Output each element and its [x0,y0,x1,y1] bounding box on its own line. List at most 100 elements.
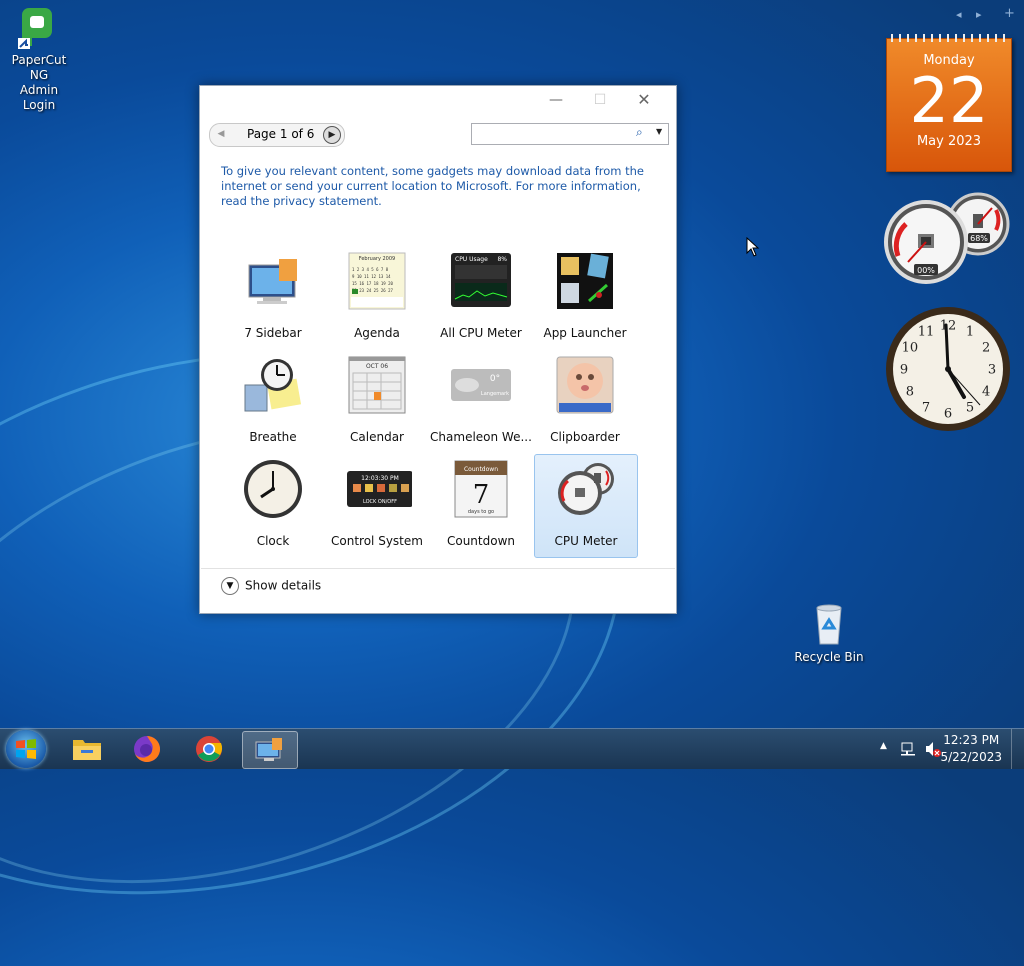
calendar-gadget[interactable]: Monday 22 May 2023 [886,34,1012,172]
chevron-down-icon: ▼ [221,577,239,595]
svg-text:0°: 0° [490,374,500,384]
clock-numeral: 10 [902,341,919,356]
svg-text:Countdown: Countdown [464,466,498,473]
calendar-icon: OCT 06 [348,356,406,414]
gadget-name: Chameleon We... [430,430,532,444]
papercut-label-line2: Admin Login [19,83,59,112]
search-box: ⌕ ▼ [471,123,669,145]
gadget-name: 7 Sidebar [244,326,302,340]
gadget-name: Clock [256,534,290,548]
gadget-tile-breathe[interactable]: Breathe [222,351,324,453]
gadget-tile-app-launcher[interactable]: App Launcher [534,247,636,349]
gadgets-icon [255,738,282,761]
gadget-name: All CPU Meter [440,326,522,340]
gadget-name: CPU Meter [554,534,618,548]
recycle-bin-label: Recycle Bin [794,650,864,664]
recycle-bin-shortcut[interactable]: Recycle Bin [792,602,866,665]
chevron-down-icon[interactable]: ▼ [656,127,662,136]
mouse-cursor-icon [746,237,760,257]
cpu-usage-icon: CPU Usage 8% [451,253,511,307]
details-separator [201,568,675,569]
cpu-meter-gadget[interactable]: 00% 68% [884,190,1014,286]
gadget-name: Calendar [350,430,404,444]
gadget-tile-cpu-meter[interactable]: CPU Meter [534,454,638,558]
clock-numeral: 5 [966,401,974,416]
search-icon[interactable]: ⌕ [636,125,643,140]
svg-text:8%: 8% [497,256,507,263]
clock-numeral: 9 [900,363,908,378]
papercut-icon [18,8,52,49]
calendar-rings [891,34,1007,42]
gadget-tile-control-system[interactable]: 12:03:30 PM LOCK ON/OFF Control System [326,455,428,557]
sidebar-add-icon[interactable]: + [1004,6,1015,21]
svg-text:15 16 17 18 19 20: 15 16 17 18 19 20 [352,281,394,286]
svg-text:Langemark: Langemark [481,391,509,397]
clock-numeral: 7 [922,401,930,416]
start-button[interactable] [6,730,46,768]
maximize-button[interactable]: ☐ [582,90,618,110]
taskbar-file-explorer[interactable] [60,731,114,767]
papercut-admin-login-shortcut[interactable]: PaperCut NG Admin Login [2,6,76,113]
gadget-tile-all-cpu-meter[interactable]: CPU Usage 8% All CPU Meter [430,247,532,349]
clock-numeral: 6 [944,407,952,422]
show-hidden-icons-icon[interactable]: ▲ [880,741,887,751]
taskbar-chrome[interactable] [182,731,236,767]
cpu-meter-icon [558,463,614,515]
gadget-tile-7-sidebar[interactable]: 7 Sidebar [222,247,324,349]
mem-percent-text: 68% [970,234,988,243]
gadget-tile-clock[interactable]: Clock [222,455,324,557]
clock-gadget[interactable]: 12 12 3 45678 9 10 11 [884,305,1012,433]
clock-numeral: 11 [918,324,935,339]
sidebar-prev-icon[interactable]: ◂ [956,8,962,21]
clock-numeral: 2 [982,341,990,356]
gadget-name: App Launcher [543,326,627,340]
gadget-name: Agenda [354,326,400,340]
close-button[interactable]: ✕ [626,90,662,110]
svg-text:9 10 11 12 13 14: 9 10 11 12 13 14 [352,274,391,279]
speaker-muted-icon[interactable] [924,741,942,757]
clipboarder-icon [556,356,614,414]
privacy-info-link[interactable]: To give you relevant content, some gadge… [221,164,651,209]
clock-icon [244,460,302,518]
calendar-day-number: 22 [909,64,989,137]
sidebar-controls: ◂ ▸ + [952,6,1022,24]
minimize-button[interactable]: — [538,90,574,110]
taskbar-date: 5/22/2023 [940,750,1002,764]
gadget-tile-chameleon-weather[interactable]: 0° Langemark Chameleon We... [430,351,532,453]
taskbar-firefox[interactable] [120,731,174,767]
gadget-gallery-window: — ☐ ✕ ◀ Page 1 of 6 ▶ ⌕ ▼ To give you re… [199,85,677,614]
taskbar-time: 12:23 PM [943,733,1000,747]
network-icon[interactable] [900,741,918,757]
svg-text:LOCK ON/OFF: LOCK ON/OFF [363,499,397,505]
gadget-tile-agenda[interactable]: February 2009 1 2 3 4 5 6 7 8 9 10 11 12 … [326,247,428,349]
show-details-button[interactable]: ▼ Show details [221,577,321,595]
taskbar-gadgets[interactable] [242,731,298,769]
previous-page-button[interactable]: ◀ [213,126,229,142]
clock-numeral: 12 [940,319,957,334]
control-system-icon: 12:03:30 PM LOCK ON/OFF [347,471,412,507]
clock-numeral: 1 [966,324,974,339]
gadget-tile-calendar[interactable]: OCT 06 Calendar [326,351,428,453]
svg-text:7: 7 [473,480,490,510]
papercut-label-line1: PaperCut NG [11,53,67,82]
chrome-icon [196,736,223,762]
gadget-name: Breathe [249,430,297,444]
gadget-name: Clipboarder [550,430,620,444]
agenda-icon: February 2009 1 2 3 4 5 6 7 8 9 10 11 12 … [348,252,406,310]
gadget-tile-clipboarder[interactable]: Clipboarder [534,351,636,453]
show-desktop-button[interactable] [1011,729,1024,769]
next-page-button[interactable]: ▶ [323,126,341,144]
firefox-icon [134,736,160,762]
search-input[interactable] [476,126,630,144]
page-label: Page 1 of 6 [247,127,315,141]
svg-text:days to go: days to go [468,509,494,515]
gadget-tile-countdown[interactable]: Countdown 7 days to go Countdown [430,455,532,557]
windows-logo-icon [16,739,36,759]
taskbar: ▲ 12:23 PM 5/22/2023 [0,728,1024,769]
gadget-name: Control System [331,534,423,548]
svg-text:CPU Usage: CPU Usage [455,256,488,263]
sidebar-next-icon[interactable]: ▸ [976,8,982,21]
breathe-icon [244,359,302,412]
taskbar-clock[interactable]: 12:23 PM 5/22/2023 [940,732,1002,766]
recycle-bin-icon [816,604,842,645]
